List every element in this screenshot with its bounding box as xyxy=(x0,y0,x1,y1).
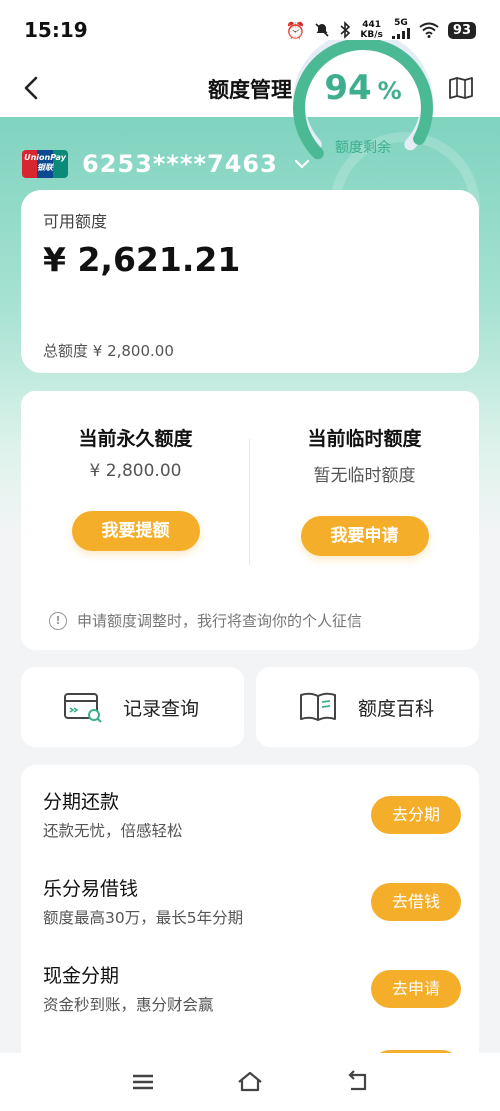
permanent-quota-value: ¥ 2,800.00 xyxy=(89,461,182,481)
service-installment-repay: 分期还款 还款无忧，倍感轻松 去分期 xyxy=(21,765,479,852)
permanent-quota: 当前永久额度 ¥ 2,800.00 我要提额 xyxy=(21,391,250,551)
open-book-icon xyxy=(300,692,336,721)
net-speed-value: 441 xyxy=(362,20,382,30)
back-icon[interactable] xyxy=(343,1068,371,1096)
mute-icon xyxy=(315,23,329,37)
service-desc: 还款无忧，倍感轻松 xyxy=(43,822,183,840)
credit-check-notice: ! 申请额度调整时，我行将查询你的个人征信 xyxy=(49,610,362,631)
battery-icon: 93 xyxy=(447,21,476,39)
quota-wiki-card[interactable]: 额度百科 xyxy=(256,667,479,747)
percent-sign: % xyxy=(377,77,402,105)
service-list: 分期还款 还款无忧，倍感轻松 去分期 乐分易借钱 额度最高30万，最长5年分期 … xyxy=(21,765,479,1065)
unionpay-logo: UnionPay 银联 xyxy=(22,150,68,178)
installment-button[interactable]: 去分期 xyxy=(371,796,461,834)
net-speed: 441 KB/s xyxy=(360,20,382,40)
record-search-icon xyxy=(64,693,102,723)
notice-text: 申请额度调整时，我行将查询你的个人征信 xyxy=(77,612,363,630)
service-desc: 资金秒到账，惠分财会赢 xyxy=(43,996,214,1014)
alarm-icon: ⏰ xyxy=(285,20,306,40)
info-icon: ! xyxy=(49,611,67,630)
system-nav-bar xyxy=(0,1053,500,1111)
apply-button[interactable]: 去申请 xyxy=(371,970,461,1008)
service-title: 分期还款 xyxy=(43,791,120,813)
raise-limit-button[interactable]: 我要提额 xyxy=(71,511,200,551)
signal-icon: 5G xyxy=(391,18,410,42)
service-borrow: 乐分易借钱 额度最高30万，最长5年分期 去借钱 xyxy=(21,852,479,939)
available-label: 可用额度 xyxy=(43,212,108,231)
book-icon[interactable] xyxy=(448,76,474,100)
network-type: 5G xyxy=(394,18,408,28)
service-desc: 额度最高30万，最长5年分期 xyxy=(43,909,244,927)
unionpay-cn-text: 银联 xyxy=(37,163,53,172)
temporary-quota-title: 当前临时额度 xyxy=(307,428,422,450)
home-icon[interactable] xyxy=(236,1068,264,1096)
available-amount: ¥ 2,621.21 xyxy=(43,240,241,279)
service-cash-installment: 现金分期 资金秒到账，惠分财会赢 去申请 xyxy=(21,939,479,1026)
wifi-icon xyxy=(419,22,439,38)
status-time: 15:19 xyxy=(24,18,88,42)
total-credit: 总额度 ¥ 2,800.00 xyxy=(43,342,174,360)
service-title: 现金分期 xyxy=(43,965,120,987)
remaining-label: 额度剩余 xyxy=(335,140,391,156)
service-title: 乐分易借钱 xyxy=(43,878,139,900)
records-query-label: 记录查询 xyxy=(123,697,200,720)
card-number[interactable]: 6253****7463 xyxy=(82,150,278,178)
quota-wiki-label: 额度百科 xyxy=(358,697,435,720)
remaining-percent: 94% xyxy=(290,68,436,108)
card-selector[interactable]: UnionPay 银联 6253****7463 xyxy=(22,148,312,180)
quota-panel: 当前永久额度 ¥ 2,800.00 我要提额 当前临时额度 暂无临时额度 我要申… xyxy=(21,391,479,650)
temporary-quota-value: 暂无临时额度 xyxy=(313,466,416,486)
net-speed-unit: KB/s xyxy=(360,30,383,40)
unionpay-text: UnionPay xyxy=(24,153,66,162)
permanent-quota-title: 当前永久额度 xyxy=(78,428,193,450)
borrow-button[interactable]: 去借钱 xyxy=(371,883,461,921)
page-title: 额度管理 xyxy=(208,77,292,102)
apply-temp-button[interactable]: 我要申请 xyxy=(300,516,429,556)
menu-icon[interactable] xyxy=(129,1068,157,1096)
back-arrow-icon[interactable] xyxy=(18,74,46,102)
status-icons: ⏰ 441 KB/s 5G 93 xyxy=(285,18,476,42)
temporary-quota: 当前临时额度 暂无临时额度 我要申请 xyxy=(250,391,479,556)
bluetooth-icon xyxy=(340,21,351,39)
credit-summary-card: 可用额度 ¥ 2,621.21 总额度 ¥ 2,800.00 xyxy=(21,190,479,373)
signal-bars-icon xyxy=(391,28,410,39)
records-query-card[interactable]: 记录查询 xyxy=(21,667,244,747)
remaining-percent-value: 94 xyxy=(324,68,372,108)
